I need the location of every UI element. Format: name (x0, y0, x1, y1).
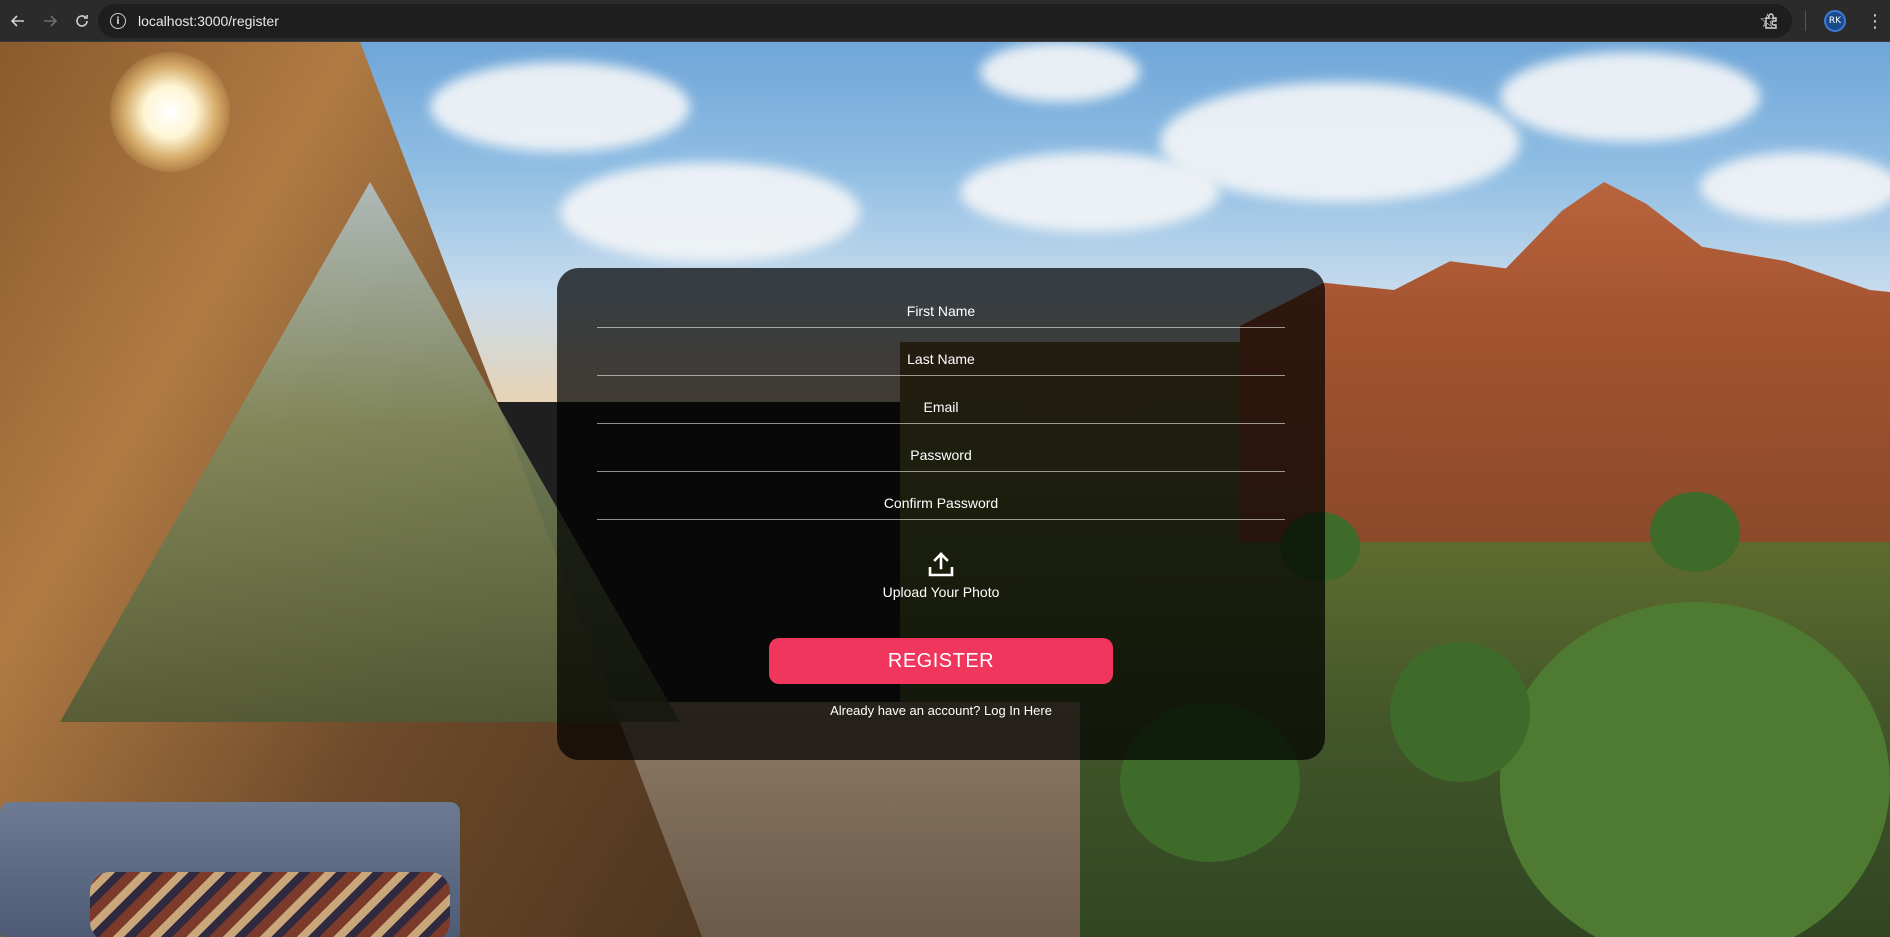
password-field (597, 424, 1285, 472)
last-name-field (597, 328, 1285, 376)
password-input[interactable] (597, 447, 1285, 463)
confirm-password-field (597, 472, 1285, 520)
forward-button[interactable] (36, 7, 64, 35)
browser-toolbar: i localhost:3000/register ☆ RK ⋮ (0, 0, 1890, 42)
email-input[interactable] (597, 399, 1285, 415)
address-bar[interactable]: i localhost:3000/register ☆ (98, 4, 1792, 38)
upload-icon (928, 552, 954, 577)
email-field (597, 376, 1285, 424)
confirm-password-input[interactable] (597, 495, 1285, 511)
first-name-input[interactable] (597, 303, 1285, 319)
upload-photo-button[interactable]: Upload Your Photo (557, 550, 1325, 612)
reload-icon (76, 14, 88, 27)
puzzle-icon[interactable] (1761, 10, 1783, 32)
register-button[interactable]: REGISTER (769, 638, 1113, 684)
login-link[interactable]: Already have an account? Log In Here (557, 703, 1325, 718)
url-text[interactable]: localhost:3000/register (138, 13, 279, 29)
first-name-field (597, 280, 1285, 328)
reload-button[interactable] (68, 7, 96, 35)
last-name-input[interactable] (597, 351, 1285, 367)
back-button[interactable] (4, 7, 32, 35)
register-page: Upload Your Photo REGISTER Already have … (0, 42, 1890, 937)
kebab-icon[interactable]: ⋮ (1866, 11, 1884, 32)
info-icon[interactable]: i (110, 13, 126, 29)
upload-label: Upload Your Photo (882, 584, 1000, 600)
register-form: Upload Your Photo REGISTER Already have … (557, 268, 1325, 760)
arrow-right-icon (44, 14, 58, 27)
toolbar-divider (1805, 11, 1806, 31)
profile-avatar[interactable]: RK (1824, 10, 1846, 32)
arrow-left-icon (10, 14, 24, 27)
